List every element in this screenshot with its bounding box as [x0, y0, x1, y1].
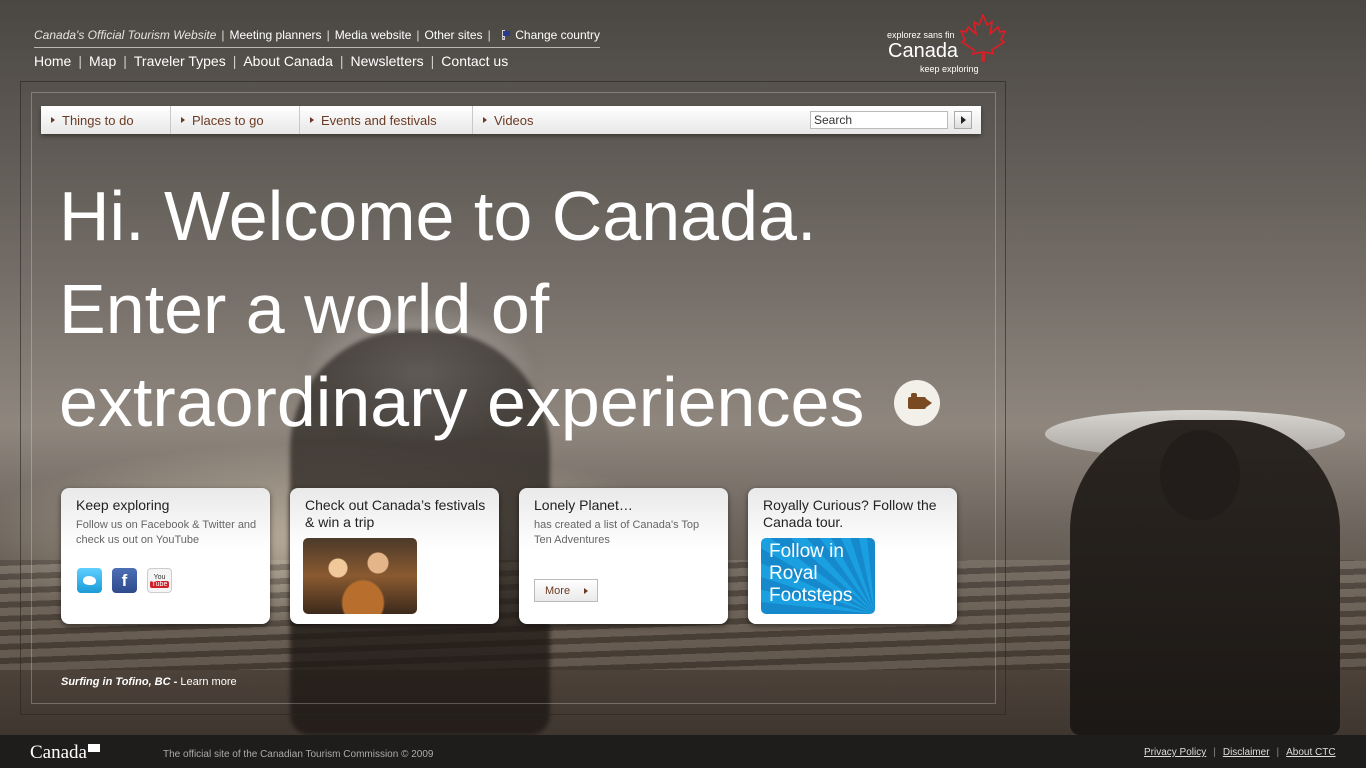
headline-line-3: extraordinary experiences [59, 363, 865, 441]
tab-label: Events and festivals [321, 112, 437, 128]
welcome-headline: Hi. Welcome to Canada. Enter a world of … [59, 170, 864, 449]
arrow-right-icon [51, 117, 55, 123]
other-sites-link[interactable]: Other sites [425, 28, 483, 42]
separator: | [78, 53, 82, 69]
card-body: Follow us on Facebook & Twitter and chec… [76, 519, 257, 546]
separator: | [1213, 747, 1216, 758]
section-nav-bar: Things to do Places to go Events and fes… [41, 106, 981, 134]
arrow-right-icon [310, 117, 314, 123]
logo-subtitle: keep exploring [920, 64, 979, 74]
flag-icon [88, 744, 100, 752]
more-button[interactable]: More [534, 579, 598, 602]
tab-label: Things to do [62, 112, 134, 128]
nav-map[interactable]: Map [89, 53, 116, 69]
nav-traveler-types[interactable]: Traveler Types [134, 53, 226, 69]
card-title: Check out Canada’s festivals & win a tri… [305, 497, 486, 530]
photo-caption: Surfing in Tofino, BC - Learn more [61, 676, 237, 688]
separator: | [232, 53, 237, 69]
video-camera-icon [908, 393, 932, 409]
tab-label: Videos [494, 112, 534, 128]
watch-video-button[interactable] [894, 380, 940, 426]
card-body: has created a list of Canada's Top Ten A… [534, 519, 700, 546]
youtube-tube: Tube [149, 580, 170, 588]
logo-tagline: explorez sans fin [887, 30, 955, 40]
maple-leaf-icon [960, 14, 1006, 62]
separator: | [416, 28, 420, 42]
separator: | [123, 53, 127, 69]
learn-more-link[interactable]: Learn more [180, 676, 236, 688]
royal-footsteps-banner[interactable]: Follow in Royal Footsteps [761, 538, 875, 614]
separator: | [1276, 747, 1280, 758]
about-ctc-link[interactable]: About CTC [1286, 747, 1335, 758]
more-label: More [545, 584, 571, 597]
facebook-letter: f [121, 570, 128, 590]
canada-logo[interactable]: explorez sans fin Canada keep exploring [884, 14, 1008, 76]
nav-contact-us[interactable]: Contact us [441, 53, 508, 69]
footer-canada-wordmark: Canada [30, 742, 87, 763]
tab-events-and-festivals[interactable]: Events and festivals [300, 106, 473, 134]
tab-label: Places to go [192, 112, 264, 128]
main-nav: Home | Map | Traveler Types | About Cana… [34, 53, 508, 69]
facebook-icon[interactable]: f [112, 568, 137, 593]
play-arrow-icon [960, 116, 966, 124]
disclaimer-link[interactable]: Disclaimer [1223, 747, 1270, 758]
twitter-icon[interactable] [77, 568, 102, 593]
caption-location: Surfing in Tofino, BC - [61, 676, 178, 688]
festival-photo[interactable] [303, 538, 417, 614]
arrow-right-icon [483, 117, 487, 123]
bird-icon [83, 576, 96, 585]
tab-videos[interactable]: Videos [473, 106, 573, 134]
copyright-text: The official site of the Canadian Touris… [163, 749, 434, 760]
utility-bar: Canada's Official Tourism Website | Meet… [34, 28, 600, 48]
card-title: Keep exploring [76, 497, 170, 513]
card-festivals[interactable]: Check out Canada’s festivals & win a tri… [290, 488, 499, 624]
separator: | [326, 28, 330, 42]
tab-things-to-do[interactable]: Things to do [41, 106, 171, 134]
card-lonely-planet: Lonely Planet… has created a list of Can… [519, 488, 728, 624]
card-title: Royally Curious? Follow the Canada tour. [763, 497, 937, 530]
nav-newsletters[interactable]: Newsletters [351, 53, 424, 69]
arrow-right-icon [584, 587, 589, 594]
nav-about-canada[interactable]: About Canada [243, 53, 333, 69]
nav-home[interactable]: Home [34, 53, 71, 69]
headline-line-2: Enter a world of [59, 270, 550, 348]
footer-links: Privacy Policy | Disclaimer | About CTC [1144, 747, 1336, 758]
meeting-planners-link[interactable]: Meeting planners [230, 28, 322, 42]
card-royal-tour: Royally Curious? Follow the Canada tour.… [748, 488, 957, 624]
footer: Canada The official site of the Canadian… [0, 735, 1366, 768]
tab-places-to-go[interactable]: Places to go [171, 106, 300, 134]
us-flag-icon [501, 30, 509, 40]
arrow-right-icon [181, 117, 185, 123]
change-country-link[interactable]: Change country [515, 28, 600, 42]
youtube-icon[interactable]: You Tube [147, 568, 172, 593]
official-site-label: Canada's Official Tourism Website [34, 28, 217, 42]
headline-line-1: Hi. Welcome to Canada. [59, 177, 817, 255]
separator: | [339, 53, 344, 69]
card-title: Lonely Planet… [534, 497, 633, 513]
separator: | [487, 28, 491, 42]
search-button[interactable] [954, 111, 972, 129]
privacy-policy-link[interactable]: Privacy Policy [1144, 747, 1206, 758]
card-keep-exploring: Keep exploring Follow us on Facebook & T… [61, 488, 270, 624]
separator: | [221, 28, 225, 42]
media-website-link[interactable]: Media website [335, 28, 412, 42]
surfer-head [1160, 430, 1240, 520]
search-input[interactable] [810, 111, 948, 129]
separator: | [430, 53, 435, 69]
youtube-you: You [153, 573, 166, 581]
logo-wordmark: Canada [888, 40, 959, 62]
